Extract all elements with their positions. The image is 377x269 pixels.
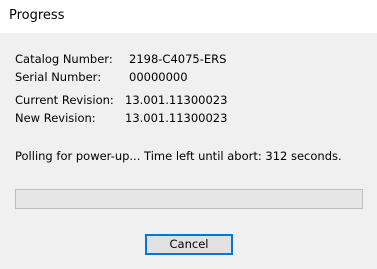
current-revision-label: Current Revision: — [15, 93, 114, 107]
progress-dialog: Progress Catalog Number: 2198-C4075-ERS … — [0, 0, 377, 269]
cancel-button[interactable]: Cancel — [145, 234, 233, 255]
new-revision-value: 13.001.11300023 — [125, 111, 228, 125]
title-bar[interactable]: Progress — [0, 0, 377, 33]
dialog-body: Catalog Number: 2198-C4075-ERS Serial Nu… — [0, 33, 377, 269]
progress-bar — [15, 189, 363, 209]
dialog-title: Progress — [9, 8, 65, 23]
current-revision-value: 13.001.11300023 — [125, 93, 228, 107]
new-revision-label: New Revision: — [15, 111, 96, 125]
catalog-number-label: Catalog Number: — [15, 52, 113, 66]
serial-number-label: Serial Number: — [15, 70, 102, 84]
serial-number-value: 00000000 — [129, 70, 188, 84]
catalog-number-value: 2198-C4075-ERS — [129, 52, 227, 66]
status-message: Polling for power-up... Time left until … — [15, 149, 342, 163]
